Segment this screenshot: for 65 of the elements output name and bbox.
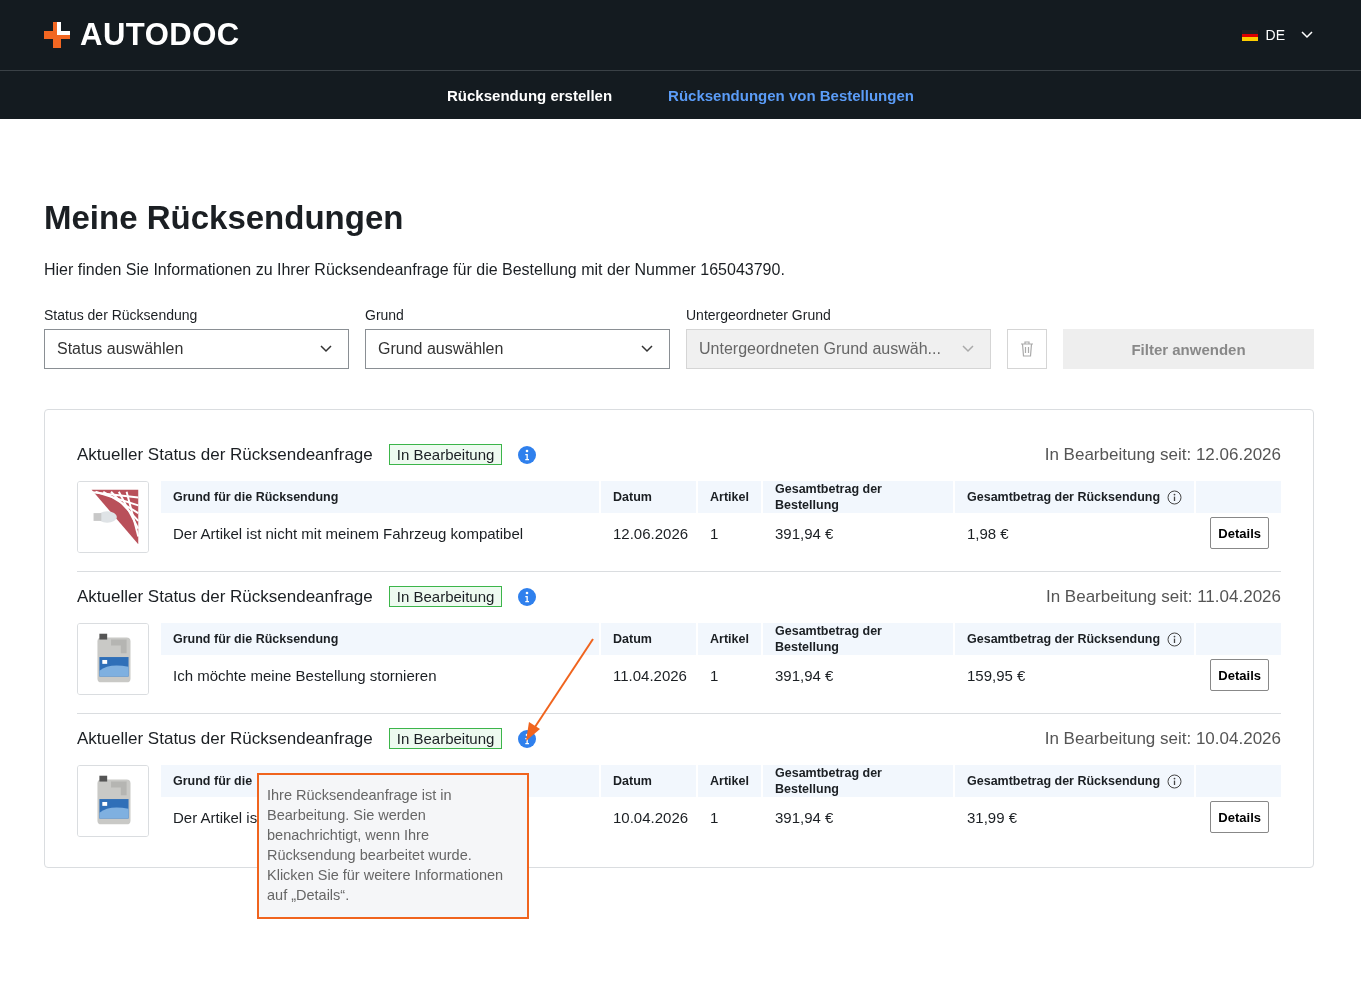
column-header: Gesamtbetrag der Rücksendung — [955, 481, 1196, 513]
details-button[interactable]: Details — [1210, 659, 1269, 691]
table-cell: 11.04.2026 — [613, 666, 687, 684]
table-cell: Ich möchte meine Bestellung stornieren — [173, 666, 437, 684]
flag-icon — [1241, 29, 1258, 41]
table-cell: 10.04.2026 — [613, 808, 689, 826]
column-header: Artikel — [698, 481, 763, 513]
filter-label: Grund — [365, 307, 405, 323]
info-icon — [1167, 773, 1182, 789]
info-icon[interactable] — [518, 587, 537, 606]
column-header: Gesamtbetrag der Bestellung — [763, 623, 955, 655]
info-tooltip: Ihre Rücksendeanfrage ist in Bearbeitung. Sie werden benachrichtigt, wenn Ihre Rücksendung bearbeitet wurde. Klicken Sie für weitere Informationen auf „Details“. — [257, 773, 529, 919]
chevron-down-icon — [1301, 31, 1313, 39]
column-header: Datum — [601, 481, 698, 513]
intro-text: Hier finden Sie Informationen zu Ihrer Rücksendeanfrage für die Bestellung mit der Nummer 165043790. — [44, 261, 786, 279]
column-header: Gesamtbetrag der Bestellung — [763, 765, 955, 797]
status-date: In Bearbeitung seit: 12.06.2026 — [1044, 444, 1281, 465]
column-header: Artikel — [698, 623, 763, 655]
filter-dropdown[interactable]: Status auswählen — [44, 329, 349, 369]
table-cell: 159,95 € — [967, 666, 1026, 684]
status-date: In Bearbeitung seit: 10.04.2026 — [1044, 728, 1281, 749]
table-cell: 391,94 € — [775, 666, 834, 684]
chevron-down-icon — [962, 345, 974, 353]
language-selector[interactable]: DE — [1241, 27, 1313, 43]
details-button[interactable]: Details — [1210, 801, 1269, 833]
status-label: Aktueller Status der Rücksendeanfrage — [77, 586, 373, 607]
table-cell: 1,98 € — [967, 524, 1009, 542]
column-header: Gesamtbetrag der Bestellung — [763, 481, 955, 513]
table-cell: 391,94 € — [775, 524, 834, 542]
info-icon — [1167, 631, 1182, 647]
nav-tab[interactable]: Rücksendungen von Bestellungen — [668, 86, 914, 104]
status-badge: In Bearbeitung — [388, 586, 503, 607]
trash-icon — [1020, 341, 1034, 357]
status-label: Aktueller Status der Rücksendeanfrage — [77, 444, 373, 465]
table-cell: 12.06.2026 — [613, 524, 689, 542]
table-cell: Der Artikel ist nicht mit meinem Fahrzeug kompatibel — [173, 524, 524, 542]
status-badge: In Bearbeitung — [388, 728, 503, 749]
nav-tab[interactable]: Rücksendung erstellen — [447, 86, 613, 104]
table-cell: 1 — [710, 808, 719, 826]
status-label: Aktueller Status der Rücksendeanfrage — [77, 728, 373, 749]
details-button[interactable]: Details — [1210, 517, 1269, 549]
info-icon — [1167, 489, 1182, 505]
table-cell: 31,99 € — [967, 808, 1018, 826]
column-header: Gesamtbetrag der Rücksendung — [955, 623, 1196, 655]
status-date: In Bearbeitung seit: 11.04.2026 — [1045, 586, 1281, 607]
chevron-down-icon — [641, 345, 653, 353]
filter-dropdown[interactable]: Grund auswählen — [365, 329, 670, 369]
chevron-down-icon — [320, 345, 332, 353]
filter-label: Status der Rücksendung — [44, 307, 199, 323]
table-cell: 1 — [710, 524, 719, 542]
table-cell: Der Artikel is — [173, 808, 258, 826]
column-header: Grund für die Rücksendung — [161, 481, 601, 513]
column-header: Grund für die Rücksendung — [161, 623, 601, 655]
column-header: Gesamtbetrag der Rücksendung — [955, 765, 1196, 797]
column-header: Artikel — [698, 765, 763, 797]
plus-logo-icon — [44, 22, 70, 48]
table-cell: 391,94 € — [775, 808, 834, 826]
status-badge: In Bearbeitung — [388, 444, 503, 465]
info-icon[interactable] — [518, 445, 537, 464]
logo-text: AUTODOC — [80, 17, 240, 53]
column-header: Datum — [601, 623, 698, 655]
filter-label: Untergeordneter Grund — [686, 307, 832, 323]
table-cell: 1 — [710, 666, 719, 684]
page-title: Meine Rücksendungen — [44, 199, 405, 237]
column-header: Datum — [601, 765, 698, 797]
